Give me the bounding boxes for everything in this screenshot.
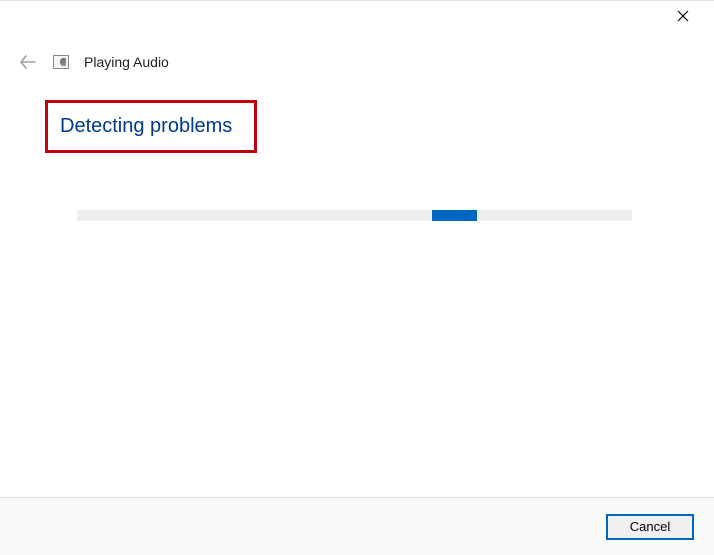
audio-troubleshooter-icon <box>52 53 70 71</box>
header-row: Playing Audio <box>18 52 169 72</box>
troubleshooter-title: Playing Audio <box>84 54 169 70</box>
title-bar <box>0 0 714 30</box>
highlighted-heading-box: Detecting problems <box>45 100 257 153</box>
back-arrow-icon <box>20 55 36 69</box>
close-button[interactable] <box>668 1 698 31</box>
cancel-button[interactable]: Cancel <box>606 514 694 540</box>
back-button[interactable] <box>18 52 38 72</box>
main-heading: Detecting problems <box>60 115 232 138</box>
close-icon <box>677 10 689 22</box>
footer-bar: Cancel <box>0 497 714 555</box>
progress-indicator <box>432 210 477 221</box>
progress-bar <box>77 210 632 221</box>
